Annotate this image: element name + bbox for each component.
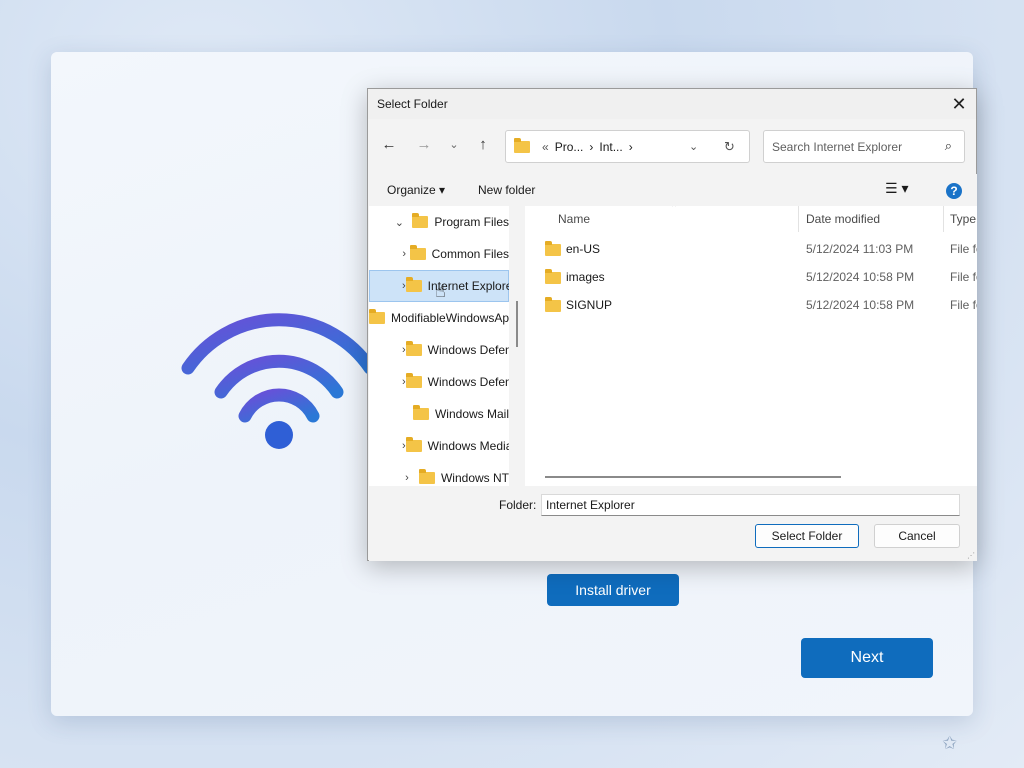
command-bar: Organize ▾ New folder ☰ ▾ ? [369, 174, 977, 206]
back-arrow-icon[interactable]: ← [378, 133, 400, 155]
folder-icon [405, 341, 422, 356]
file-row[interactable]: images 5/12/2024 10:58 PM File folder [525, 263, 977, 291]
sort-ascending-icon: ⌃ [670, 206, 679, 214]
next-button[interactable]: Next [801, 638, 933, 678]
organize-button[interactable]: Organize ▾ [387, 183, 445, 197]
recent-locations-icon[interactable]: ⌄ [443, 133, 465, 155]
organize-label: Organize [387, 183, 436, 197]
file-name: SIGNUP [566, 298, 613, 312]
tree-item-label: Windows NT [440, 471, 509, 485]
breadcrumb-program-files[interactable]: Pro... [555, 140, 584, 154]
breadcrumb-separator[interactable]: › [589, 140, 593, 154]
select-folder-dialog: Select Folder ✕ ← → ⌄ ↑ « Pro... › Int..… [367, 88, 977, 561]
tree-item-label: Windows Media Player [427, 439, 509, 453]
folder-icon [412, 213, 429, 228]
folder-icon [405, 373, 422, 388]
file-type: File folder [950, 242, 977, 256]
address-bar[interactable]: « Pro... › Int... › ⌄ ↻ [505, 130, 750, 163]
file-row[interactable]: en-US 5/12/2024 11:03 PM File folder [525, 235, 977, 263]
tree-item-label: Program Files [434, 215, 509, 229]
wifi-icon [181, 313, 377, 449]
accessibility-icon[interactable]: ✩ [942, 733, 957, 754]
dialog-title: Select Folder [377, 97, 448, 111]
horizontal-scrollbar[interactable] [545, 476, 841, 478]
file-list: Name ⌃ Date modified Type en-US 5/12/202… [525, 206, 977, 486]
breadcrumb-internet-explorer[interactable]: Int... [599, 140, 622, 154]
folder-icon [418, 469, 435, 484]
tree-item-windows-nt[interactable]: › Windows NT [369, 462, 509, 486]
file-type: File folder [950, 298, 977, 312]
folder-icon [405, 437, 422, 452]
file-row[interactable]: SIGNUP 5/12/2024 10:58 PM File folder [525, 291, 977, 319]
tree-item-label: Windows Defender Advanced Threat Protect… [427, 375, 509, 389]
close-icon[interactable]: ✕ [948, 93, 970, 115]
address-overflow[interactable]: « [542, 140, 549, 154]
up-arrow-icon[interactable]: ↑ [472, 133, 494, 155]
navigation-scrollbar[interactable] [509, 206, 525, 486]
breadcrumb-separator[interactable]: › [629, 140, 633, 154]
search-icon[interactable]: ⌕ [945, 138, 952, 154]
folder-icon [545, 269, 561, 284]
column-header-name[interactable]: Name [558, 212, 590, 226]
column-headers: Name ⌃ Date modified Type [525, 206, 977, 232]
file-type: File folder [950, 270, 977, 284]
select-folder-button[interactable]: Select Folder [755, 524, 859, 548]
install-driver-button[interactable]: Install driver [547, 574, 679, 606]
tree-item-modifiable-windows-apps[interactable]: ModifiableWindowsApps [369, 302, 509, 334]
tree-item-common-files[interactable]: › Common Files [369, 238, 509, 270]
folder-icon [545, 297, 561, 312]
folder-icon [369, 309, 385, 324]
folder-field[interactable]: Internet Explorer [541, 494, 960, 516]
view-options-icon[interactable]: ☰ ▾ [885, 180, 908, 197]
column-header-date[interactable]: Date modified [806, 212, 880, 226]
forward-arrow-icon[interactable]: → [413, 133, 435, 155]
dialog-titlebar: Select Folder ✕ [368, 89, 976, 119]
hand-cursor-icon: ☝ [435, 281, 446, 301]
search-input[interactable]: Search Internet Explorer ⌕ [763, 130, 965, 163]
cancel-button[interactable]: Cancel [874, 524, 960, 548]
refresh-icon[interactable]: ↻ [724, 139, 735, 155]
resize-grip-icon[interactable]: ⋰ [967, 551, 975, 560]
file-date: 5/12/2024 10:58 PM [806, 270, 915, 284]
dialog-footer: Folder: Internet Explorer Select Folder … [369, 486, 977, 561]
tree-item-label: ModifiableWindowsApps [391, 311, 509, 325]
folder-icon [545, 241, 561, 256]
tree-item-label: Windows Defender [427, 343, 509, 357]
folder-icon [412, 405, 429, 420]
navigation-pane: ⌄ Program Files › Common Files › Interne… [369, 206, 509, 486]
file-date: 5/12/2024 10:58 PM [806, 298, 915, 312]
tree-item-label: Windows Mail [434, 407, 509, 421]
chevron-right-icon[interactable]: › [402, 472, 412, 484]
tree-item-windows-media-player[interactable]: › Windows Media Player [369, 430, 509, 462]
search-placeholder: Search Internet Explorer [772, 139, 903, 154]
file-name: images [566, 270, 605, 284]
tree-item-program-files[interactable]: ⌄ Program Files [369, 206, 509, 238]
folder-icon [405, 277, 422, 292]
scrollbar-thumb[interactable] [516, 301, 518, 347]
tree-item-windows-mail[interactable]: Windows Mail [369, 398, 509, 430]
file-date: 5/12/2024 11:03 PM [806, 242, 914, 256]
tree-item-label: Common Files [431, 247, 509, 261]
file-name: en-US [566, 242, 601, 256]
new-folder-button[interactable]: New folder [478, 183, 535, 197]
folder-icon [409, 245, 426, 260]
tree-item-windows-defender[interactable]: › Windows Defender [369, 334, 509, 366]
folder-field-label: Folder: [499, 498, 537, 512]
column-header-type[interactable]: Type [950, 212, 976, 226]
address-dropdown-icon[interactable]: ⌄ [689, 140, 698, 153]
chevron-right-icon[interactable]: › [402, 248, 406, 260]
tree-item-windows-defender-atp[interactable]: › Windows Defender Advanced Threat Prote… [369, 366, 509, 398]
help-icon[interactable]: ? [946, 183, 962, 199]
chevron-down-icon[interactable]: ⌄ [394, 216, 405, 229]
folder-icon [514, 137, 530, 153]
